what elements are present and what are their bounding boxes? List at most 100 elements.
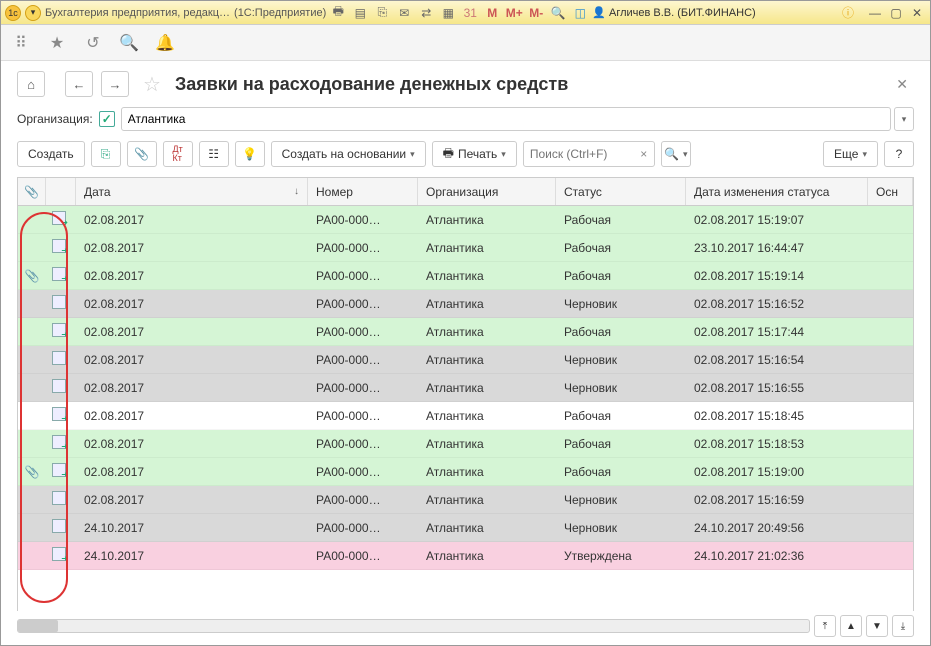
copy-icon[interactable]: ⎘ [374,5,390,21]
search-icon[interactable]: 🔍 [119,33,139,53]
calc-icon[interactable]: ▦ [440,5,456,21]
panel-icon[interactable]: ◫ [572,5,588,21]
info-icon[interactable]: ⓘ [840,5,856,21]
maximize-button[interactable]: ▢ [887,5,905,21]
structure-button[interactable]: ☷ [199,141,229,167]
h-scrollbar[interactable] [17,619,810,633]
num-cell: РА00-000… [308,269,418,283]
send-icon[interactable]: ✉ [396,5,412,21]
scroll-up-button[interactable]: ▲ [840,615,862,637]
search-go-icon: 🔍 [664,147,679,161]
org-input[interactable] [121,107,891,131]
create-button[interactable]: Создать [17,141,85,167]
attach-button[interactable]: 📎 [127,141,157,167]
table-header: 📎 Дата↓ Номер Организация Статус Дата из… [18,178,913,206]
home-button[interactable]: ⌂ [17,71,45,97]
create-based-button[interactable]: Создать на основании ▾ [271,141,426,167]
table-row[interactable]: 📎02.08.2017РА00-000…АтлантикаРабочая02.0… [18,262,913,290]
org-cell: Атлантика [418,381,556,395]
app-title: Бухгалтерия предприятия, редакц… [45,7,230,19]
org-dropdown-button[interactable]: ▾ [894,107,914,131]
compare-icon[interactable]: ⇄ [418,5,434,21]
m-minus-icon[interactable]: M- [528,5,544,21]
doc-icon [52,547,66,561]
num-cell: РА00-000… [308,409,418,423]
col-status[interactable]: Статус [556,178,686,205]
bulb-icon: 💡 [242,147,257,161]
minimize-button[interactable]: — [866,5,884,21]
changed-cell: 02.08.2017 15:16:52 [686,297,868,311]
back-button[interactable]: ← [65,71,93,97]
search-input[interactable] [524,147,634,161]
close-button[interactable]: ✕ [908,5,926,21]
col-number[interactable]: Номер [308,178,418,205]
col-org[interactable]: Организация [418,178,556,205]
status-cell: Рабочая [556,269,686,283]
idea-button[interactable]: 💡 [235,141,265,167]
changed-cell: 02.08.2017 15:16:59 [686,493,868,507]
col-attach[interactable]: 📎 [18,178,46,205]
favorite-icon[interactable]: ☆ [143,72,161,97]
user-label[interactable]: 👤 Агличев В.В. (БИТ.ФИНАНС) [592,6,755,19]
help-button[interactable]: ? [884,141,914,167]
h-scroll-thumb[interactable] [18,620,58,632]
table-row[interactable]: 02.08.2017РА00-000…АтлантикаЧерновик02.0… [18,486,913,514]
org-cell: Атлантика [418,437,556,451]
attach-cell: 📎 [18,465,46,479]
doc-icon [52,491,66,505]
doc-cell [46,463,76,480]
table-row[interactable]: 02.08.2017РА00-000…АтлантикаРабочая02.08… [18,206,913,234]
table-row[interactable]: 02.08.2017РА00-000…АтлантикаРабочая23.10… [18,234,913,262]
table-row[interactable]: 24.10.2017РА00-000…АтлантикаЧерновик24.1… [18,514,913,542]
col-changed[interactable]: Дата изменения статуса [686,178,868,205]
changed-cell: 02.08.2017 15:19:07 [686,213,868,227]
dropdown-icon[interactable]: ▾ [25,5,41,21]
scroll-bottom-button[interactable]: ⤓ [892,615,914,637]
num-cell: РА00-000… [308,353,418,367]
print-icon-small: 🖶 [443,144,454,165]
doc-cell [46,239,76,256]
print-icon[interactable]: 🖶 [330,5,346,21]
date-cell: 02.08.2017 [76,269,308,283]
num-cell: РА00-000… [308,381,418,395]
dtkt-button[interactable]: ДтКт [163,141,193,167]
close-page-button[interactable]: ✕ [896,76,908,93]
col-rest[interactable]: Осн [868,178,913,205]
org-checkbox[interactable]: ✓ [99,111,115,127]
doc-icon [52,211,66,225]
more-button[interactable]: Еще ▾ [823,141,878,167]
org-cell: Атлантика [418,297,556,311]
scroll-down-button[interactable]: ▼ [866,615,888,637]
changed-cell: 02.08.2017 15:16:55 [686,381,868,395]
status-cell: Утверждена [556,549,686,563]
sort-arrow-icon: ↓ [294,186,299,197]
table-row[interactable]: 02.08.2017РА00-000…АтлантикаЧерновик02.0… [18,374,913,402]
col-date[interactable]: Дата↓ [76,178,308,205]
scroll-top-button[interactable]: ⤒ [814,615,836,637]
calendar-icon[interactable]: 31 [462,5,478,21]
m-icon[interactable]: M [484,5,500,21]
table-row[interactable]: 02.08.2017РА00-000…АтлантикаРабочая02.08… [18,402,913,430]
history-icon[interactable]: ↺ [83,33,103,53]
table-row[interactable]: 02.08.2017РА00-000…АтлантикаЧерновик02.0… [18,290,913,318]
copy-doc-button[interactable]: ⎘ [91,141,121,167]
table-row[interactable]: 02.08.2017РА00-000…АтлантикаРабочая02.08… [18,318,913,346]
table-row[interactable]: 📎02.08.2017РА00-000…АтлантикаРабочая02.0… [18,458,913,486]
m-plus-icon[interactable]: M+ [506,5,522,21]
star-icon[interactable]: ★ [47,33,67,53]
col-doc[interactable] [46,178,76,205]
table-row[interactable]: 02.08.2017РА00-000…АтлантикаРабочая02.08… [18,430,913,458]
zoom-icon[interactable]: 🔍 [550,5,566,21]
preview-icon[interactable]: ▤ [352,5,368,21]
print-button[interactable]: 🖶 Печать ▾ [432,141,517,167]
table-row[interactable]: 24.10.2017РА00-000…АтлантикаУтверждена24… [18,542,913,570]
clear-search-button[interactable]: × [634,147,654,161]
apps-icon[interactable]: ⠿ [11,33,31,53]
search-go-button[interactable]: 🔍▾ [661,141,691,167]
doc-cell [46,267,76,284]
table-row[interactable]: 02.08.2017РА00-000…АтлантикаЧерновик02.0… [18,346,913,374]
num-cell: РА00-000… [308,297,418,311]
forward-button[interactable]: → [101,71,129,97]
bell-icon[interactable]: 🔔 [155,33,175,53]
page-title: Заявки на расходование денежных средств [175,74,568,95]
